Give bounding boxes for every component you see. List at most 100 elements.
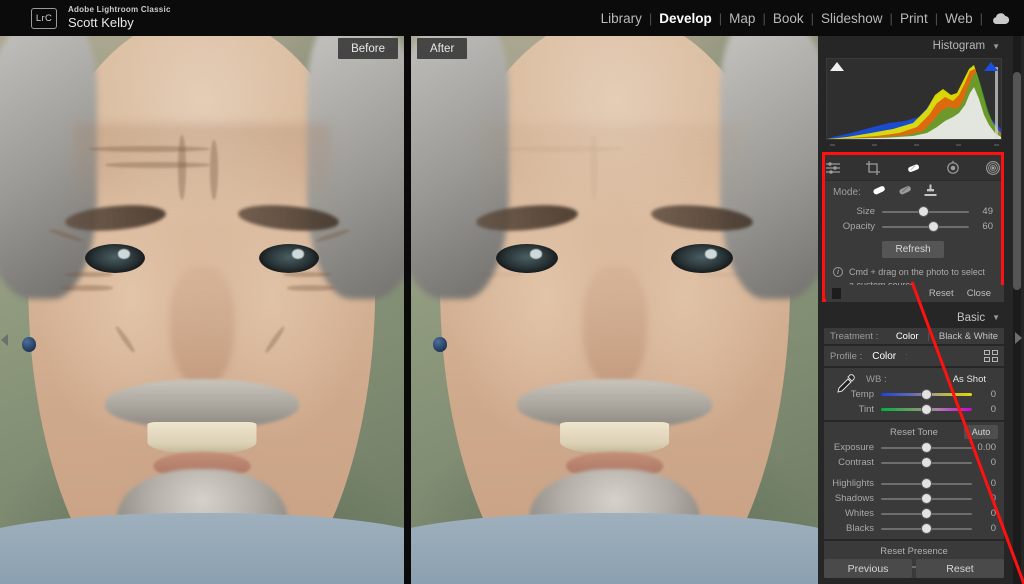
right-panel-collapse-arrow-icon[interactable] (1015, 332, 1022, 344)
image-preview-area[interactable]: Before After (0, 36, 818, 584)
basic-panel-header[interactable]: Basic ▼ (818, 308, 1010, 327)
exposure-slider-track[interactable] (881, 442, 972, 453)
size-slider-row[interactable]: Size 49 (825, 204, 1001, 219)
blacks-slider-handle[interactable] (922, 524, 931, 533)
module-library[interactable]: Library (594, 11, 649, 26)
module-develop[interactable]: Develop (652, 11, 719, 26)
size-slider-handle[interactable] (919, 207, 929, 216)
profile-dropdown-caret-icon[interactable]: : (905, 351, 908, 361)
tone-block: Reset Tone Auto Exposure 0.00 Contrast 0 (824, 422, 1004, 539)
reset-presence-button[interactable]: Reset Presence (880, 546, 948, 557)
module-picker: Library | Develop | Map | Book | Slidesh… (594, 0, 1012, 36)
right-panel-scroll-thumb[interactable] (1013, 72, 1021, 290)
module-book[interactable]: Book (766, 11, 811, 26)
contrast-slider-track[interactable] (881, 457, 972, 468)
contrast-slider-row[interactable]: Contrast 0 (824, 455, 1004, 470)
opacity-value: 60 (982, 221, 993, 232)
histogram-curve (827, 65, 1001, 139)
chevron-down-icon[interactable]: ▼ (992, 42, 1000, 51)
profile-browser-icon[interactable] (984, 350, 998, 362)
blacks-slider-track[interactable] (881, 523, 972, 534)
lightroom-window: LrC Adobe Lightroom Classic Scott Kelby … (0, 0, 1024, 584)
tool-footer-bar: Reset Close (826, 285, 1004, 302)
reset-tone-button[interactable]: Reset Tone (890, 427, 938, 438)
shadows-slider-track[interactable] (881, 493, 972, 504)
tint-slider-handle[interactable] (922, 405, 931, 414)
mode-selector: Mode: (825, 181, 1001, 204)
clone-mode-icon[interactable] (897, 183, 914, 202)
module-print[interactable]: Print (893, 11, 935, 26)
histogram-header[interactable]: Histogram ▼ (818, 36, 1010, 56)
treatment-color-option[interactable]: Color (896, 331, 919, 342)
opacity-slider-row[interactable]: Opacity 60 (825, 219, 1001, 234)
heal-mode-icon[interactable] (871, 183, 888, 202)
highlight-clipping-indicator-icon[interactable] (984, 62, 998, 71)
exposure-slider-row[interactable]: Exposure 0.00 (824, 440, 1004, 455)
treatment-bw-option[interactable]: Black & White (939, 331, 998, 342)
highlights-slider-track[interactable] (881, 478, 972, 489)
highlights-slider-row[interactable]: Highlights 0 (824, 476, 1004, 491)
after-image-pane[interactable]: After (411, 36, 818, 584)
white-balance-eyedropper-icon[interactable] (833, 372, 857, 394)
right-panel: Histogram ▼ Mode: Size 49 Opacity 60 Ref… (818, 36, 1024, 584)
highlights-slider-handle[interactable] (922, 479, 931, 488)
lightroom-logo-icon: LrC (31, 7, 57, 29)
tool-close-button[interactable]: Close (967, 288, 991, 299)
stamp-mode-icon[interactable] (923, 183, 938, 202)
exposure-label: Exposure (833, 442, 874, 453)
histogram-graph[interactable] (826, 58, 1002, 140)
reset-button[interactable]: Reset (916, 559, 1004, 578)
blacks-label: Blacks (846, 523, 874, 534)
masking-icon[interactable] (984, 159, 1001, 176)
wb-value[interactable]: As Shot (953, 374, 986, 385)
tool-reset-button[interactable]: Reset (929, 288, 954, 299)
blacks-slider-row[interactable]: Blacks 0 (824, 521, 1004, 536)
tool-toggle-switch[interactable] (832, 288, 841, 299)
contrast-label: Contrast (838, 457, 874, 468)
chevron-down-icon[interactable]: ▼ (992, 313, 1000, 322)
opacity-slider-track[interactable] (882, 221, 969, 232)
whites-slider-track[interactable] (881, 508, 972, 519)
after-label: After (417, 38, 468, 59)
profile-value[interactable]: Color (872, 351, 896, 362)
temp-slider-track[interactable] (881, 389, 972, 400)
size-slider-track[interactable] (882, 206, 969, 217)
tint-slider-track[interactable] (881, 404, 972, 415)
module-map[interactable]: Map (722, 11, 762, 26)
red-eye-correction-icon[interactable] (945, 159, 962, 176)
temp-slider-handle[interactable] (922, 390, 931, 399)
left-panel-collapse-arrow-icon[interactable] (1, 334, 8, 346)
tint-slider-row[interactable]: Tint 0 (824, 402, 1004, 417)
divider: | (927, 331, 930, 341)
exposure-slider-handle[interactable] (922, 443, 931, 452)
size-value: 49 (982, 206, 993, 217)
refresh-button[interactable]: Refresh (882, 241, 944, 258)
after-photo (411, 36, 818, 584)
previous-button[interactable]: Previous (824, 559, 912, 578)
before-label: Before (338, 38, 398, 59)
white-balance-block: WB : As Shot Temp 0 Tint 0 (824, 368, 1004, 420)
auto-tone-button[interactable]: Auto (964, 425, 998, 439)
contrast-slider-handle[interactable] (922, 458, 931, 467)
whites-slider-row[interactable]: Whites 0 (824, 506, 1004, 521)
info-icon: i (833, 267, 843, 277)
tone-section-header: Reset Tone Auto (824, 424, 1004, 440)
cloud-sync-icon[interactable] (991, 12, 1010, 25)
treatment-label: Treatment : (830, 330, 879, 342)
before-after-divider (404, 36, 411, 584)
treatment-row: Treatment : Color | Black & White (824, 328, 1004, 344)
profile-row: Profile : Color : (824, 346, 1004, 366)
crop-overlay-icon[interactable] (865, 159, 882, 176)
opacity-slider-handle[interactable] (928, 222, 938, 231)
module-slideshow[interactable]: Slideshow (814, 11, 890, 26)
presence-section-header: Reset Presence (824, 543, 1004, 559)
panel-footer-buttons: Previous Reset (824, 559, 1004, 578)
healing-brush-icon[interactable] (905, 159, 922, 176)
shadows-slider-handle[interactable] (922, 494, 931, 503)
whites-slider-handle[interactable] (922, 509, 931, 518)
module-web[interactable]: Web (938, 11, 980, 26)
shadows-slider-row[interactable]: Shadows 0 (824, 491, 1004, 506)
basic-adjustments-icon[interactable] (825, 159, 842, 176)
shadow-clipping-indicator-icon[interactable] (830, 62, 844, 71)
before-image-pane[interactable]: Before (0, 36, 404, 584)
